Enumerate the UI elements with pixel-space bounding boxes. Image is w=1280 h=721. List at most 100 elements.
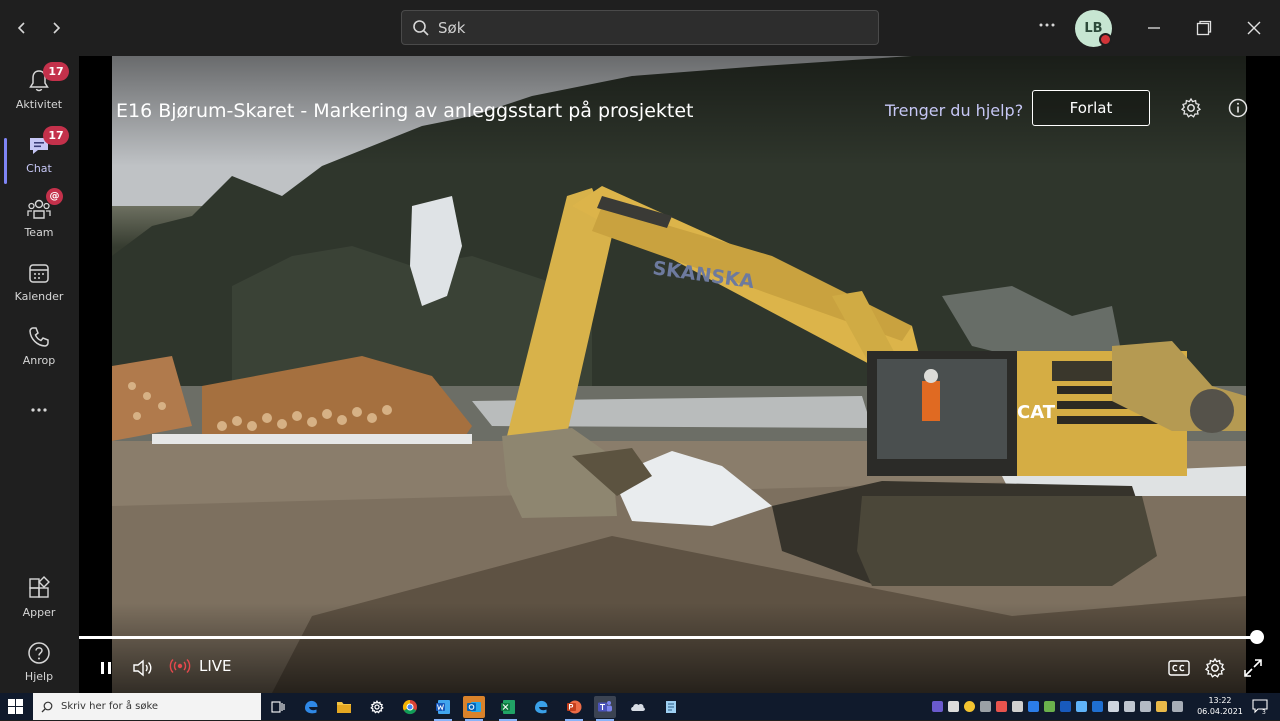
rail-item-calls[interactable]: Anrop [0,318,78,378]
app-bar: 17 Aktivitet 17 Chat @ Team Kalender Anr… [0,56,78,693]
tray-icon-1[interactable] [932,701,943,712]
restore-button[interactable] [1192,16,1216,40]
phone-icon [29,327,49,347]
excel-icon [501,700,515,714]
chevron-left-icon [17,22,25,34]
info-button[interactable] [1227,97,1249,119]
powerpoint-icon [567,700,582,714]
event-title: E16 Bjørum-Skaret - Markering av anleggs… [116,100,694,122]
tray-icon-3[interactable] [964,701,975,712]
rail-item-calendar[interactable]: Kalender [0,254,78,314]
more-horizontal-icon [1039,23,1055,27]
rail-item-label: Apper [22,606,56,619]
player-settings-button[interactable] [1203,656,1227,680]
outlook-icon [467,702,481,712]
taskbar-word[interactable] [432,696,454,721]
close-button[interactable] [1242,16,1266,40]
more-horizontal-icon [31,408,47,412]
rail-more-apps-button[interactable] [0,392,78,422]
pause-button[interactable] [94,656,118,680]
tray-icon-12[interactable] [1108,701,1119,712]
rail-item-help[interactable]: Hjelp [0,634,78,694]
taskbar-teams[interactable] [594,696,616,721]
taskbar-search-box[interactable]: Skriv her for å søke [33,693,261,720]
tray-icon-10[interactable] [1076,701,1087,712]
leave-button[interactable]: Forlat [1032,90,1150,126]
taskbar-edge[interactable] [530,696,552,718]
more-options-button[interactable] [1035,16,1059,40]
search-input[interactable] [438,18,858,37]
playback-progress-bar[interactable] [79,630,1265,644]
minimize-icon [1148,27,1160,29]
activity-badge: 17 [43,62,69,81]
tray-icon-7[interactable] [1028,701,1039,712]
taskbar-clock[interactable]: 13:22 06.04.2021 [1196,695,1244,717]
word-icon [436,700,450,714]
tray-icon-4[interactable] [980,701,991,712]
rail-item-label: Kalender [14,290,64,303]
windows-taskbar: Skriv her for å søke 13:22 06.04.2021 3 [0,693,1280,721]
taskbar-chrome[interactable] [399,696,421,718]
presence-status-busy [1099,33,1112,46]
tray-icon-16[interactable] [1172,701,1183,712]
notification-icon: 3 [1252,699,1268,716]
search-icon [413,19,429,36]
live-label: LIVE [199,657,232,675]
windows-logo-icon [8,699,23,714]
taskbar-powerpoint[interactable] [563,696,585,721]
forward-button[interactable] [44,16,68,40]
start-button[interactable] [8,699,23,714]
back-button[interactable] [10,16,34,40]
settings-button[interactable] [1180,97,1202,119]
tray-icon-5[interactable] [996,701,1007,712]
taskbar-outlook[interactable] [463,696,485,721]
rail-item-apps[interactable]: Apper [0,570,78,630]
tray-icon-9[interactable] [1060,701,1071,712]
bottom-gradient [79,603,1280,693]
rail-item-teams[interactable]: @ Team [0,188,78,250]
closed-captions-icon [1168,660,1190,676]
tray-icon-6[interactable] [1012,701,1023,712]
task-view-button[interactable] [267,696,289,718]
rail-item-label: Aktivitet [15,98,63,111]
live-event-player[interactable]: SKANSKA CAT E16 Bjørum-Skaret - Markerin… [79,56,1280,693]
captions-button[interactable] [1167,656,1191,680]
taskbar-settings[interactable] [366,696,388,718]
tray-icon-2[interactable] [948,701,959,712]
search-box[interactable] [401,10,879,45]
help-link[interactable]: Trenger du hjelp? [885,101,1023,120]
apps-icon [29,576,50,598]
volume-icon [133,659,152,677]
teams-logo-icon [598,701,612,712]
progress-scrubber-handle[interactable] [1250,630,1265,644]
taskbar-file-explorer[interactable] [333,696,355,718]
action-center-button[interactable]: 3 [1252,698,1268,716]
rail-item-chat[interactable]: 17 Chat [0,126,78,186]
minimize-button[interactable] [1142,16,1166,40]
chevron-right-icon [53,22,61,34]
rail-item-label: Chat [26,162,52,175]
bluetooth-icon[interactable] [1092,701,1103,712]
volume-button[interactable] [131,656,155,680]
calendar-icon [29,264,49,283]
taskbar-app-notes[interactable] [660,696,682,718]
rail-item-label: Hjelp [24,670,54,683]
taskbar-excel[interactable] [497,696,519,721]
rail-item-activity[interactable]: 17 Aktivitet [0,62,78,122]
taskbar-edge-legacy[interactable] [300,696,322,718]
fullscreen-button[interactable] [1241,656,1265,680]
tray-icon-8[interactable] [1044,701,1055,712]
gear-icon [370,700,384,714]
taskbar-app-cloud[interactable] [627,696,649,718]
volume-tray-icon[interactable] [1140,701,1151,712]
notepad-icon [666,701,676,713]
live-indicator: LIVE [169,657,232,675]
chrome-icon [402,699,417,715]
network-icon[interactable] [1124,701,1135,712]
taskbar-search-placeholder: Skriv her for å søke [61,701,159,712]
chat-badge: 17 [43,126,69,145]
help-icon [28,642,50,664]
gear-icon [1204,657,1226,678]
info-icon [1228,98,1248,118]
tray-icon-15[interactable] [1156,701,1167,712]
